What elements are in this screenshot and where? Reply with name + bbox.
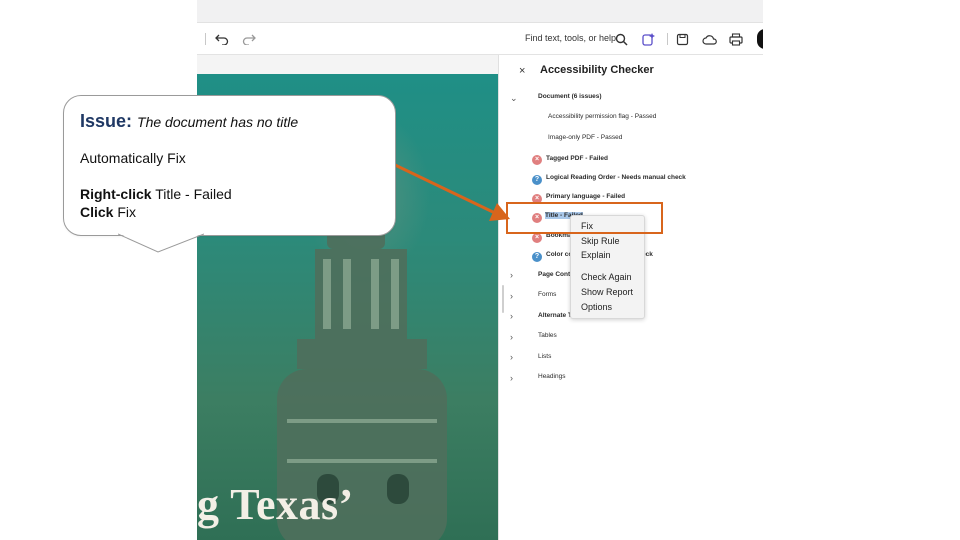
close-panel-button[interactable]: ×: [519, 65, 525, 77]
chevron-right-icon[interactable]: ›: [510, 311, 513, 321]
instruction-callout: Issue: The document has no title Automati…: [63, 95, 396, 236]
redo-icon: [242, 34, 256, 45]
tree-item-primary-language[interactable]: Primary language - Failed: [546, 193, 625, 200]
panel-title: Accessibility Checker: [540, 64, 654, 76]
cloud-icon: [701, 34, 717, 45]
find-text-label[interactable]: Find text, tools, or help: [525, 33, 616, 43]
callout-step-1-target: Title - Failed: [155, 186, 232, 202]
failed-icon: ×: [532, 233, 542, 243]
tree-item-reading-order[interactable]: Logical Reading Order - Needs manual che…: [546, 174, 686, 181]
chevron-right-icon[interactable]: ›: [510, 332, 513, 342]
tree-group-page-content[interactable]: Page Conte: [538, 271, 574, 278]
manual-check-icon: ?: [532, 175, 542, 185]
toolbar: Find text, tools, or help: [197, 23, 763, 55]
undo-button[interactable]: [213, 30, 231, 48]
callout-tail: [118, 233, 204, 253]
acrobat-window: Find text, tools, or help g Texas’ × Acc…: [197, 0, 763, 540]
callout-step-1-action: Right-click: [80, 186, 152, 202]
callout-auto-fix: Automatically Fix: [80, 150, 186, 166]
print-icon: [729, 32, 743, 46]
save-button[interactable]: [673, 30, 691, 48]
manual-check-icon: ?: [532, 252, 542, 262]
search-button[interactable]: [612, 30, 630, 48]
ai-assistant-button[interactable]: [640, 30, 658, 48]
search-icon: [615, 33, 628, 46]
chevron-down-icon[interactable]: ⌄: [510, 93, 518, 104]
chevron-right-icon[interactable]: ›: [510, 291, 513, 301]
context-menu-check-again[interactable]: Check Again: [581, 272, 632, 282]
toolbar-divider: [667, 33, 668, 45]
callout-issue-line: Issue: The document has no title: [80, 111, 298, 132]
tree-item-tagged-pdf[interactable]: Tagged PDF - Failed: [546, 155, 608, 162]
context-menu-explain[interactable]: Explain: [581, 250, 611, 260]
context-menu-skip-rule[interactable]: Skip Rule: [581, 236, 620, 246]
highlight-box: [506, 202, 663, 234]
document-heading: g Texas’: [197, 480, 354, 529]
tree-group-forms[interactable]: Forms: [538, 291, 556, 298]
callout-step-2: Click Fix: [80, 204, 136, 220]
context-menu-show-report[interactable]: Show Report: [581, 287, 633, 297]
callout-issue-keyword: Issue:: [80, 111, 133, 131]
ai-assistant-icon: [642, 33, 655, 46]
callout-step-1: Right-click Title - Failed: [80, 186, 232, 202]
chevron-right-icon[interactable]: ›: [510, 270, 513, 280]
callout-step-2-action: Click: [80, 204, 114, 220]
chevron-right-icon[interactable]: ›: [510, 352, 513, 362]
tree-group-lists[interactable]: Lists: [538, 353, 551, 360]
toolbar-divider: [205, 33, 206, 45]
redo-button[interactable]: [240, 30, 258, 48]
callout-issue-text: The document has no title: [137, 114, 299, 130]
callout-step-2-target: Fix: [117, 204, 137, 220]
failed-icon: ×: [532, 155, 542, 165]
print-button[interactable]: [727, 30, 745, 48]
save-icon: [676, 33, 688, 45]
chevron-right-icon[interactable]: ›: [510, 373, 513, 383]
tree-item-image-only[interactable]: Image-only PDF - Passed: [548, 134, 622, 141]
cloud-button[interactable]: [700, 30, 718, 48]
context-menu-options[interactable]: Options: [581, 302, 612, 312]
tree-group-tables[interactable]: Tables: [538, 332, 557, 339]
panel-resize-handle[interactable]: [502, 285, 504, 313]
avatar[interactable]: [757, 29, 763, 49]
tree-item-permission-flag[interactable]: Accessibility permission flag - Passed: [548, 113, 656, 120]
title-bar: [197, 0, 763, 23]
tree-group-document[interactable]: Document (6 issues): [538, 93, 602, 100]
undo-icon: [215, 34, 229, 45]
tree-group-headings[interactable]: Headings: [538, 373, 565, 380]
